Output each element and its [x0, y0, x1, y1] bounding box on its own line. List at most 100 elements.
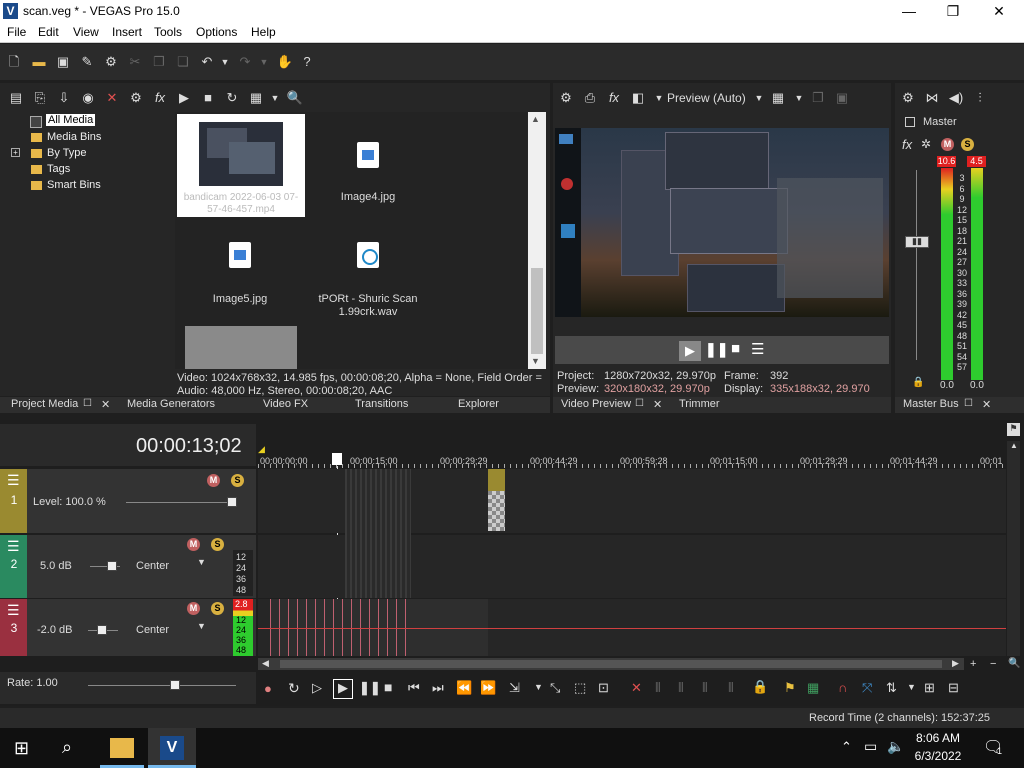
tab-explorer[interactable]: Explorer	[458, 398, 499, 410]
save-snapshot-icon[interactable]: ▣	[833, 89, 851, 107]
redo-icon[interactable]: ↷	[236, 53, 254, 71]
tree-item-tags[interactable]: Tags	[47, 163, 70, 175]
video-output-fx-icon[interactable]: fx	[605, 89, 623, 107]
track-2-header[interactable]: ☰ 2 M S 5.0 dB Center ▼ 12 24 36 48	[0, 535, 256, 598]
track-2-slider-knob[interactable]	[107, 561, 117, 571]
master-checkbox[interactable]	[905, 117, 915, 127]
tab-project-media[interactable]: Project Media	[11, 398, 78, 410]
downmix-icon[interactable]: ⋈	[923, 89, 941, 107]
tab-transitions[interactable]: Transitions	[355, 398, 408, 410]
tab-trimmer[interactable]: Trimmer	[679, 398, 720, 410]
marker-icon[interactable]: ⚑	[1007, 423, 1020, 436]
solo-icon[interactable]: S	[961, 138, 974, 151]
ripple-dropdown-icon[interactable]: ▼	[907, 682, 916, 692]
preview-quality-select[interactable]: Preview (Auto)	[667, 91, 746, 105]
mixer-sliders-icon[interactable]: ⫶	[971, 89, 989, 107]
tab-video-fx[interactable]: Video FX	[263, 398, 308, 410]
normal-edit-tool-icon[interactable]: ⇲	[509, 680, 520, 696]
track-menu-icon[interactable]: ☰	[7, 472, 20, 489]
tab-master-bus[interactable]: Master Bus	[903, 398, 959, 410]
open-folder-icon[interactable]: ▬	[30, 53, 48, 71]
capture-video-icon[interactable]: ⎘	[31, 89, 49, 107]
tab-media-generators[interactable]: Media Generators	[127, 398, 215, 410]
track-3-volume-envelope[interactable]	[258, 628, 1006, 629]
get-media-icon[interactable]: ⇩	[55, 89, 73, 107]
overlays-grid-icon[interactable]: ▦	[769, 89, 787, 107]
new-file-icon[interactable]: 🗋	[5, 53, 23, 71]
volume-icon[interactable]: 🔈	[887, 738, 904, 755]
tab-undock-icon[interactable]: ☐	[83, 398, 92, 409]
media-item-blank-thumbnail[interactable]	[185, 326, 297, 369]
tab-video-preview[interactable]: Video Preview	[561, 398, 631, 410]
ignore-grouping-icon[interactable]: ⊟	[948, 680, 959, 696]
preview-properties-gear-icon[interactable]: ⚙	[557, 89, 575, 107]
play-icon[interactable]: ▶	[679, 341, 701, 361]
split-icon[interactable]: ⦀	[728, 680, 734, 696]
solo-icon[interactable]: S	[211, 538, 224, 551]
import-media-icon[interactable]: ▤	[7, 89, 25, 107]
redo-dropdown-icon[interactable]: ▼	[255, 53, 273, 71]
media-item-video-selected[interactable]: bandicam 2022-06-03 07-57-46-457.mp4	[177, 114, 305, 217]
auto-crossfade-icon[interactable]: ⤧	[862, 680, 872, 696]
solo-icon[interactable]: S	[211, 602, 224, 615]
master-properties-gear-icon[interactable]: ⚙	[899, 89, 917, 107]
close-button[interactable]: ✕	[976, 0, 1022, 22]
pan-dropdown-icon[interactable]: ▼	[197, 557, 206, 567]
auto-ripple-icon[interactable]: ⇅	[886, 680, 897, 696]
minimize-button[interactable]: —	[886, 0, 932, 22]
network-icon[interactable]: ▭	[864, 738, 877, 755]
quality-dropdown-icon[interactable]: ▼	[750, 89, 768, 107]
video-event-clip[interactable]	[345, 469, 411, 598]
tree-item-smart-bins[interactable]: Smart Bins	[47, 179, 101, 191]
tree-item-by-type[interactable]: By Type	[47, 147, 87, 159]
properties-gear-icon[interactable]: ⚙	[102, 53, 120, 71]
rate-slider-knob[interactable]	[170, 680, 180, 690]
timeline-vertical-scrollbar[interactable]: ▲	[1007, 441, 1020, 656]
play-icon[interactable]: ▶	[333, 679, 353, 699]
search-media-icon[interactable]: 🔍	[286, 89, 304, 107]
clock-date[interactable]: 6/3/2022	[914, 749, 962, 763]
snapping-magnet-icon[interactable]: ∩	[838, 680, 847, 695]
overlays-dropdown-icon[interactable]: ▼	[790, 89, 808, 107]
pause-icon[interactable]: ❚❚	[705, 341, 728, 358]
trim-icon[interactable]: ⦀	[655, 680, 661, 696]
track-menu-icon[interactable]: ☰	[7, 602, 20, 619]
tab-close-icon[interactable]: ✕	[982, 398, 991, 411]
insert-marker-icon[interactable]: ⚑	[784, 680, 796, 696]
go-to-start-icon[interactable]: ⏮	[408, 680, 420, 696]
pan-dropdown-icon[interactable]: ▼	[197, 621, 206, 631]
zoom-out-icon[interactable]: −	[990, 658, 996, 670]
menu-options[interactable]: Options	[196, 25, 237, 39]
play-from-start-icon[interactable]: ▷	[312, 680, 322, 696]
scroll-up-icon[interactable]: ▲	[1010, 441, 1018, 450]
media-item-wav-label[interactable]: tPORt - Shuric Scan 1.99crk.wav	[310, 293, 426, 319]
mute-icon[interactable]: M	[941, 138, 954, 151]
track-1-header[interactable]: ☰ 1 M S Level: 100.0 %	[0, 469, 256, 533]
zoom-in-icon[interactable]: +	[970, 658, 976, 670]
tree-item-all-media[interactable]: All Media	[46, 114, 96, 126]
stop-icon[interactable]: ■	[731, 340, 740, 357]
insert-region-icon[interactable]: ▦	[807, 680, 819, 696]
cut-icon[interactable]: ✂	[126, 53, 144, 71]
tab-undock-icon[interactable]: ☐	[635, 398, 644, 409]
lock-icon[interactable]: 🔒	[752, 679, 768, 695]
track-menu-icon[interactable]: ☰	[7, 538, 20, 555]
scroll-up-icon[interactable]: ▲	[531, 114, 540, 124]
selection-tool-icon[interactable]: ⬚	[574, 680, 586, 696]
tab-undock-icon[interactable]: ☐	[964, 398, 973, 409]
stop-preview-icon[interactable]: ■	[199, 89, 217, 107]
split-screen-icon[interactable]: ◧	[629, 89, 647, 107]
playhead-handle[interactable]	[332, 453, 342, 465]
media-item-image5-label[interactable]: Image5.jpg	[185, 293, 295, 305]
zoom-edit-tool-icon[interactable]: ⊡	[598, 680, 609, 696]
enable-snapping-icon[interactable]: ✋	[276, 53, 294, 71]
remove-media-icon[interactable]: ✕	[103, 89, 121, 107]
record-icon[interactable]: ●	[264, 681, 272, 696]
scrollbar-thumb[interactable]	[531, 268, 543, 354]
scrollbar-thumb[interactable]	[280, 660, 942, 668]
image-event-clip[interactable]	[488, 491, 505, 531]
track-3-header[interactable]: ☰ 3 M S -2.0 dB Center ▼ 2.8 12 24 36 48	[0, 599, 256, 656]
rate-slider[interactable]	[88, 685, 236, 686]
timeline-horizontal-scrollbar[interactable]: ◀ ▶	[258, 658, 964, 670]
delete-icon[interactable]: ✕	[631, 680, 642, 696]
